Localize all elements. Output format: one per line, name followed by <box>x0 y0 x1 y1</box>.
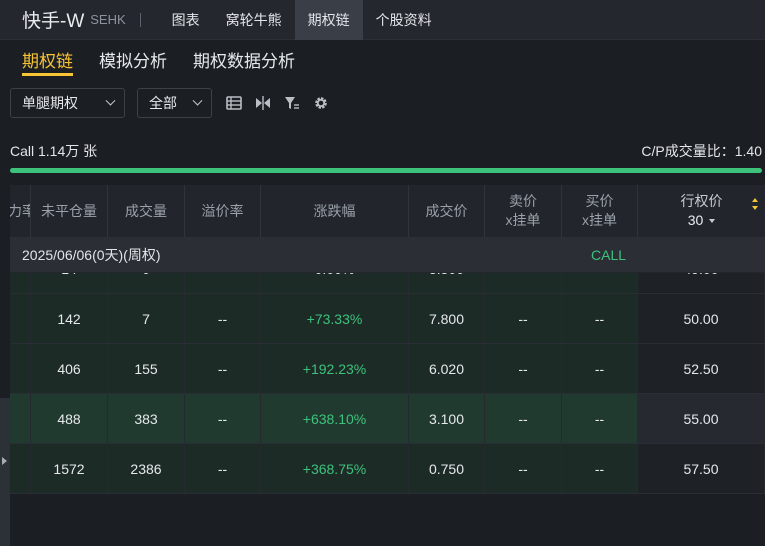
table-header: 力率 未平仓量 成交量 溢价率 涨跌幅 成交价 卖价 x挂单 买价 x挂单 行权… <box>10 185 765 237</box>
open-interest: 142 <box>31 294 108 343</box>
bid-price: -- <box>562 394 638 443</box>
open-interest: 406 <box>31 344 108 393</box>
tab-chart[interactable]: 图表 <box>159 0 213 40</box>
cp-volume-ratio: C/P成交量比：1.40 <box>641 143 762 159</box>
volume: 383 <box>108 394 185 443</box>
col-header-rate[interactable]: 力率 <box>10 185 31 237</box>
ask-price: -- <box>485 444 562 493</box>
ask-price: -- <box>485 294 562 343</box>
sort-icon[interactable] <box>751 197 759 211</box>
change-pct: +638.10% <box>261 394 409 443</box>
premium-rate: -- <box>185 444 261 493</box>
col-header-volume[interactable]: 成交量 <box>108 185 185 237</box>
bid-price: -- <box>562 344 638 393</box>
option-type-value: 单腿期权 <box>22 95 78 111</box>
volume-summary: Call 1.14万 张 C/P成交量比：1.40 <box>10 140 762 162</box>
col-header-strike[interactable]: 行权价 30 <box>638 185 765 237</box>
list-icon[interactable] <box>226 95 242 111</box>
volume: 155 <box>108 344 185 393</box>
ask-price: -- <box>485 344 562 393</box>
call-side-label: CALL <box>591 246 627 263</box>
table-body: 14 0 -- 0.00% 5.500 -- -- 49.00 142 7 --… <box>10 244 765 494</box>
range-value: 全部 <box>149 95 177 111</box>
call-volume: Call 1.14万 张 <box>10 143 98 159</box>
premium-rate: -- <box>185 294 261 343</box>
compare-icon[interactable] <box>255 95 271 111</box>
tab-option-chain[interactable]: 期权链 <box>294 0 363 40</box>
filter-icon[interactable] <box>284 95 300 111</box>
table-row[interactable]: 142 7 -- +73.33% 7.800 -- -- 50.00 <box>10 294 765 344</box>
table-row[interactable]: 488 383 -- +638.10% 3.100 -- -- 55.00 <box>10 394 765 444</box>
change-pct: +73.33% <box>261 294 409 343</box>
col-header-change[interactable]: 涨跌幅 <box>261 185 409 237</box>
strike-price: 57.50 <box>638 444 765 493</box>
call-put-ratio-bar <box>10 168 762 173</box>
filter-bar: 单腿期权 全部 <box>0 88 765 118</box>
col-header-open-interest[interactable]: 未平仓量 <box>31 185 108 237</box>
last-price: 6.020 <box>409 344 485 393</box>
last-price: 7.800 <box>409 294 485 343</box>
exchange-label: SEHK <box>90 12 126 27</box>
tab-stock-profile[interactable]: 个股资料 <box>363 0 445 40</box>
volume: 7 <box>108 294 185 343</box>
ask-price: -- <box>485 394 562 443</box>
col-header-premium[interactable]: 溢价率 <box>185 185 261 237</box>
sub-tabs: 期权链 模拟分析 期权数据分析 <box>0 40 765 78</box>
subtab-option-data[interactable]: 期权数据分析 <box>193 40 295 76</box>
strike-price: 55.00 <box>638 394 765 443</box>
bid-price: -- <box>562 294 638 343</box>
strike-header-label: 行权价 <box>680 193 723 209</box>
expiry-group-row[interactable]: 2025/06/06(0天)(周权) CALL <box>10 237 765 273</box>
subtab-simulation[interactable]: 模拟分析 <box>99 40 167 76</box>
change-pct: +368.75% <box>261 444 409 493</box>
strike-selected-value: 30 <box>687 212 704 228</box>
gear-icon[interactable] <box>313 95 329 111</box>
top-bar: 快手-W SEHK 图表 窝轮牛熊 期权链 个股资料 <box>0 0 765 40</box>
col-header-last[interactable]: 成交价 <box>409 185 485 237</box>
strike-selector[interactable]: 30 <box>688 211 716 230</box>
strike-price: 50.00 <box>638 294 765 343</box>
subtab-option-chain[interactable]: 期权链 <box>22 40 73 76</box>
premium-rate: -- <box>185 394 261 443</box>
chevron-right-icon[interactable] <box>2 457 7 465</box>
expiry-date: 2025/06/06(0天)(周权) <box>22 246 161 263</box>
last-price: 3.100 <box>409 394 485 443</box>
volume: 2386 <box>108 444 185 493</box>
tab-warrants[interactable]: 窝轮牛熊 <box>213 0 295 40</box>
change-pct: +192.23% <box>261 344 409 393</box>
col-header-bid[interactable]: 买价 x挂单 <box>562 185 638 237</box>
option-chain-table: 14 0 -- 0.00% 5.500 -- -- 49.00 142 7 --… <box>10 185 765 546</box>
bid-price: -- <box>562 444 638 493</box>
strike-price: 52.50 <box>638 344 765 393</box>
last-price: 0.750 <box>409 444 485 493</box>
chevron-down-icon <box>192 95 203 106</box>
open-interest: 488 <box>31 394 108 443</box>
table-row[interactable]: 1572 2386 -- +368.75% 0.750 -- -- 57.50 <box>10 444 765 494</box>
side-collapse-handle[interactable] <box>0 398 10 546</box>
stock-title: 快手-W <box>22 11 85 32</box>
chevron-down-icon <box>709 218 716 223</box>
open-interest: 1572 <box>31 444 108 493</box>
range-select[interactable]: 全部 <box>137 88 212 118</box>
col-header-ask[interactable]: 卖价 x挂单 <box>485 185 562 237</box>
option-type-select[interactable]: 单腿期权 <box>10 88 125 118</box>
premium-rate: -- <box>185 344 261 393</box>
title-divider <box>139 12 141 27</box>
chevron-down-icon <box>105 95 116 106</box>
table-row[interactable]: 406 155 -- +192.23% 6.020 -- -- 52.50 <box>10 344 765 394</box>
